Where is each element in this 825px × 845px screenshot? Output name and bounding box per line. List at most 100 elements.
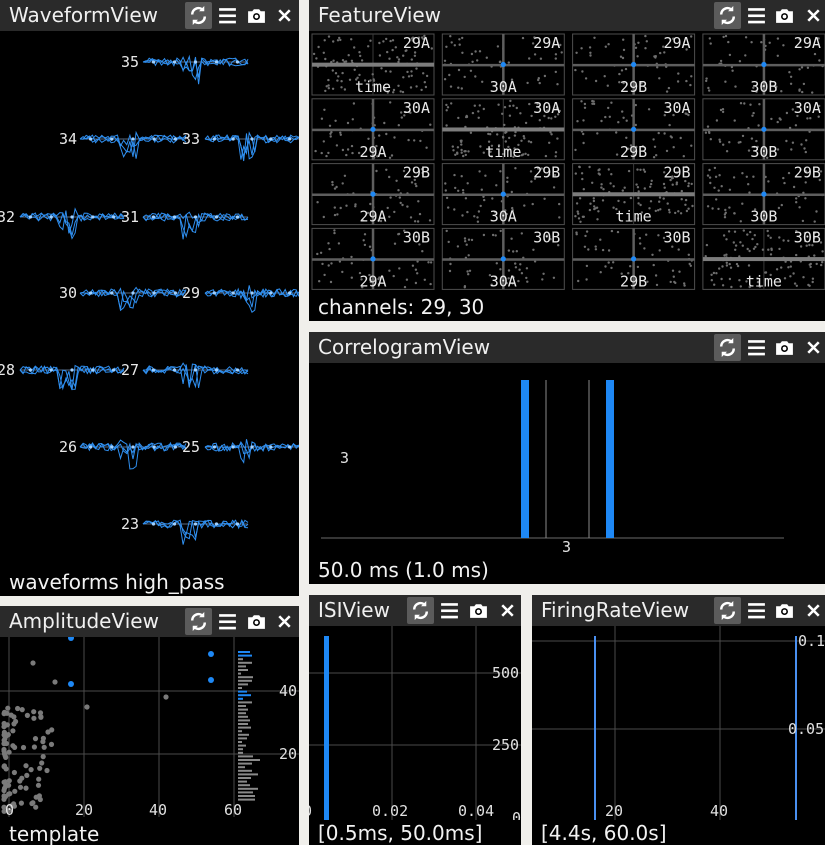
amplitude-histogram-bar — [238, 679, 252, 682]
feature-cell[interactable]: 30A 29B — [572, 98, 696, 161]
sync-icon[interactable] — [407, 597, 434, 624]
close-icon[interactable] — [271, 2, 298, 29]
feature-cell[interactable]: 30A time — [441, 98, 565, 161]
feature-cell[interactable]: 30A 30B — [702, 98, 825, 161]
feature-cell-axis-label: 29A — [359, 272, 386, 290]
feature-cell[interactable]: 29B 30B — [702, 163, 825, 226]
waveform-point — [288, 445, 292, 449]
waveform-point — [193, 368, 198, 372]
waveform-point — [214, 60, 219, 64]
sync-icon[interactable] — [185, 608, 212, 635]
feature-cell[interactable]: 29A 30B — [702, 33, 825, 96]
amplitude-point — [1, 779, 7, 785]
waveform-point — [152, 445, 156, 449]
camera-icon[interactable] — [771, 597, 798, 624]
feature-grid[interactable]: 29Atime29A30A29A29B29A30B30A29A30Atime30… — [309, 31, 825, 293]
amplitude-point — [38, 714, 44, 720]
feature-cell-dim-label: 29B — [403, 164, 430, 182]
firing-rate-view[interactable]: FiringRateView 20 40 0.1 0.05 [4.4s, 60.… — [532, 595, 825, 845]
amplitude-point — [12, 788, 18, 794]
close-icon[interactable] — [271, 608, 298, 635]
amplitude-point — [48, 741, 55, 747]
amplitude-histogram-bar — [238, 701, 252, 704]
hamburger-menu-icon[interactable] — [436, 597, 463, 624]
waveform-point — [131, 291, 135, 295]
feature-view[interactable]: FeatureView 29A time 29A 30A 29A 29B 29A 30B 30A… — [309, 0, 825, 321]
waveform-status: waveforms high_pass — [9, 570, 225, 594]
sync-icon[interactable] — [714, 597, 741, 624]
feature-cell[interactable]: 29A 30A — [441, 33, 565, 96]
close-icon[interactable] — [494, 597, 521, 624]
camera-icon[interactable] — [243, 2, 270, 29]
amplitude-histogram-bar — [238, 730, 242, 733]
amplitude-plot[interactable]: 0 20 40 60 40 20 — [0, 637, 299, 820]
feature-cell[interactable]: 29B 29A — [311, 163, 435, 226]
firing-rate-view-title: FiringRateView — [541, 598, 690, 622]
close-icon[interactable] — [800, 334, 825, 361]
amplitude-y-tick: 40 — [279, 682, 297, 700]
waveform-view[interactable]: WaveformView 35 34 33 32 31 30 29 28 27 … — [0, 0, 299, 596]
amplitude-histogram-bar — [238, 733, 249, 736]
feature-cell[interactable]: 29A 29B — [572, 33, 696, 96]
feature-view-title: FeatureView — [318, 3, 442, 27]
hamburger-menu-icon[interactable] — [743, 597, 770, 624]
isi-view[interactable]: ISIView 0 0.02 0.04 500 250 0 [0.5ms, 50… — [309, 595, 521, 845]
correlogram-status: 50.0 ms (1.0 ms) — [318, 558, 489, 582]
amplitude-view[interactable]: AmplitudeView 0 20 40 60 40 20 template — [0, 606, 299, 845]
camera-icon[interactable] — [771, 2, 798, 29]
close-icon[interactable] — [800, 597, 825, 624]
firing-rate-x-tick: 40 — [710, 802, 728, 820]
feature-view-titlebar: FeatureView — [309, 0, 825, 31]
firing-rate-plot[interactable]: 20 40 0.1 0.05 — [532, 626, 825, 820]
waveform-plot[interactable]: 35 34 33 32 31 30 29 28 27 26 25 23 — [0, 31, 299, 561]
amplitude-point — [41, 744, 47, 750]
isi-plot[interactable]: 0 0.02 0.04 500 250 0 — [309, 626, 521, 820]
channel-label: 30 — [59, 284, 77, 302]
feature-cell-dim-label: 30A — [664, 99, 691, 117]
waveform-point — [70, 368, 74, 372]
sync-icon[interactable] — [714, 2, 741, 29]
isi-x-tick: 0.04 — [458, 802, 494, 820]
amplitude-histogram-bar — [238, 665, 246, 668]
camera-icon[interactable] — [465, 597, 492, 624]
feature-cell-axis-label: 29B — [620, 78, 647, 96]
close-icon[interactable] — [800, 2, 825, 29]
feature-cell[interactable]: 30B 30A — [441, 227, 565, 290]
feature-cell[interactable]: 30B time — [702, 227, 825, 290]
sync-icon[interactable] — [185, 2, 212, 29]
hamburger-menu-icon[interactable] — [743, 334, 770, 361]
feature-cell-dim-label: 30B — [664, 228, 691, 246]
amplitude-histogram-bar — [238, 762, 252, 765]
feature-cell[interactable]: 29A time — [311, 33, 435, 96]
feature-cell-axis-label: 29A — [359, 208, 386, 226]
correlogram-view[interactable]: CorrelogramView 3 3 50.0 ms (1.0 ms) — [309, 332, 825, 584]
feature-cell-axis-label: 29A — [359, 143, 386, 161]
waveform-point — [288, 291, 292, 295]
feature-cell-dim-label: 30A — [403, 99, 430, 117]
amplitude-point — [40, 754, 46, 760]
waveform-point — [172, 522, 177, 526]
amplitude-point — [31, 709, 37, 715]
amplitude-point — [10, 728, 16, 734]
feature-cell[interactable]: 30B 29A — [311, 227, 435, 290]
feature-cell-axis-label: 30A — [490, 272, 517, 290]
hamburger-menu-icon[interactable] — [214, 608, 241, 635]
sync-icon[interactable] — [714, 334, 741, 361]
feature-cell[interactable]: 30A 29A — [311, 98, 435, 161]
amplitude-point — [35, 782, 42, 788]
feature-cell[interactable]: 29B time — [572, 163, 696, 226]
hamburger-menu-icon[interactable] — [743, 2, 770, 29]
feature-cell-axis-label: time — [616, 208, 652, 226]
feature-cell[interactable]: 29B 30A — [441, 163, 565, 226]
amplitude-point — [8, 712, 14, 718]
waveform-point — [193, 522, 198, 526]
amplitude-histogram-bar — [238, 755, 253, 758]
waveform-point — [151, 522, 156, 526]
camera-icon[interactable] — [243, 608, 270, 635]
hamburger-menu-icon[interactable] — [214, 2, 241, 29]
camera-icon[interactable] — [771, 334, 798, 361]
amplitude-point — [20, 744, 27, 751]
amplitude-point — [52, 679, 58, 685]
correlogram-plot[interactable]: 3 3 — [309, 363, 825, 553]
feature-cell[interactable]: 30B 29B — [572, 227, 696, 290]
